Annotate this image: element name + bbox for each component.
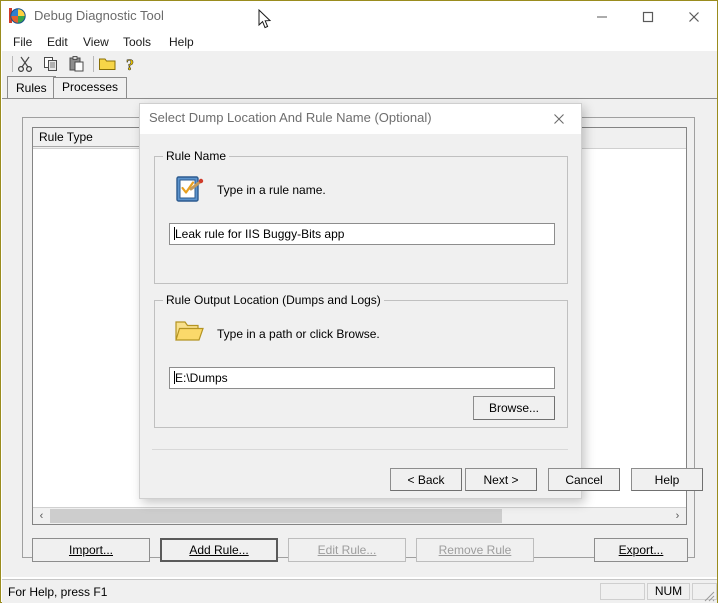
- open-folder-icon[interactable]: [98, 55, 118, 73]
- window-title: Debug Diagnostic Tool: [34, 8, 164, 23]
- main-window: Debug Diagnostic Tool File Edit View Too…: [0, 0, 718, 603]
- help-button-label: Help: [654, 472, 680, 487]
- paste-icon[interactable]: [68, 55, 88, 73]
- maximize-button[interactable]: [625, 1, 671, 32]
- scroll-left-arrow-icon[interactable]: ‹: [33, 508, 50, 524]
- horizontal-scrollbar[interactable]: ‹ ›: [33, 507, 686, 524]
- back-button[interactable]: < Back: [390, 468, 462, 491]
- cut-icon[interactable]: [16, 55, 36, 73]
- output-path-input[interactable]: E:\Dumps: [169, 367, 555, 389]
- clipboard-check-pencil-icon: [174, 173, 206, 205]
- rule-name-input-value: Leak rule for IIS Buggy-Bits app: [175, 227, 345, 241]
- menu-item-tools[interactable]: Tools: [116, 34, 158, 50]
- browse-button-label: Browse...: [488, 401, 539, 415]
- close-icon: [554, 114, 564, 124]
- status-pane-1: [600, 583, 645, 600]
- toolbar: ?: [2, 51, 717, 78]
- output-path-input-value: E:\Dumps: [175, 371, 228, 385]
- dialog-title: Select Dump Location And Rule Name (Opti…: [149, 110, 432, 125]
- cancel-button[interactable]: Cancel: [548, 468, 620, 491]
- import-button[interactable]: Import...: [32, 538, 150, 562]
- menu-bar: File Edit View Tools Help: [2, 32, 717, 51]
- select-dump-location-dialog: Select Dump Location And Rule Name (Opti…: [139, 103, 703, 499]
- scrollbar-thumb[interactable]: [50, 509, 502, 523]
- rule-output-group-title: Rule Output Location (Dumps and Logs): [163, 293, 384, 307]
- close-icon: [689, 11, 699, 22]
- rule-name-input[interactable]: Leak rule for IIS Buggy-Bits app: [169, 223, 555, 245]
- remove-rule-button-label: Remove Rule: [438, 543, 512, 557]
- help-question-icon[interactable]: ?: [122, 55, 142, 75]
- export-button-label: Export...: [618, 543, 664, 557]
- cancel-button-label: Cancel: [565, 472, 603, 487]
- menu-item-file[interactable]: File: [6, 34, 39, 50]
- toolbar-separator-2: [93, 56, 94, 72]
- tab-strip: Rules Processes: [2, 76, 717, 99]
- menu-item-view[interactable]: View: [76, 34, 116, 50]
- help-button[interactable]: Help: [631, 468, 703, 491]
- status-bar: For Help, press F1 NUM: [2, 579, 717, 603]
- minimize-icon: [597, 16, 607, 17]
- dialog-divider: [152, 449, 568, 450]
- rule-output-caption: Type in a path or click Browse.: [217, 327, 380, 341]
- browse-button[interactable]: Browse...: [473, 396, 555, 420]
- app-globe-icon: [8, 7, 27, 26]
- import-button-label: Import...: [68, 543, 113, 557]
- resize-grip-icon[interactable]: [701, 588, 715, 602]
- next-button-label: Next >: [483, 472, 519, 487]
- close-button[interactable]: [671, 1, 717, 32]
- back-button-label: < Back: [407, 472, 445, 487]
- add-rule-button[interactable]: Add Rule...: [160, 538, 278, 562]
- edit-rule-button-label: Edit Rule...: [317, 543, 377, 557]
- rule-name-caption: Type in a rule name.: [217, 183, 326, 197]
- rule-output-location-group: Rule Output Location (Dumps and Logs) Ty…: [154, 293, 568, 428]
- scroll-right-arrow-icon[interactable]: ›: [669, 508, 686, 524]
- svg-text:?: ?: [126, 57, 134, 73]
- title-bar: Debug Diagnostic Tool: [1, 1, 717, 32]
- rule-name-group: Rule Name Type in a rule name. Leak rule…: [154, 149, 568, 284]
- menu-item-help[interactable]: Help: [162, 34, 201, 50]
- open-folder-icon: [174, 317, 206, 345]
- status-message: For Help, press F1: [8, 585, 108, 599]
- dialog-title-bar: Select Dump Location And Rule Name (Opti…: [140, 104, 581, 134]
- copy-icon[interactable]: [42, 55, 62, 73]
- maximize-icon: [642, 11, 654, 22]
- dialog-close-button[interactable]: [537, 104, 581, 134]
- menu-item-edit[interactable]: Edit: [40, 34, 75, 50]
- toolbar-separator-1: [12, 56, 13, 72]
- status-pane-num: NUM: [647, 583, 690, 600]
- edit-rule-button: Edit Rule...: [288, 538, 406, 562]
- minimize-button[interactable]: [579, 1, 625, 32]
- add-rule-button-label: Add Rule...: [189, 543, 249, 557]
- rule-name-group-title: Rule Name: [163, 149, 230, 163]
- tab-rules[interactable]: Rules: [7, 76, 56, 99]
- remove-rule-button: Remove Rule: [416, 538, 534, 562]
- export-button[interactable]: Export...: [594, 538, 688, 562]
- next-button[interactable]: Next >: [465, 468, 537, 491]
- tab-processes[interactable]: Processes: [53, 77, 128, 98]
